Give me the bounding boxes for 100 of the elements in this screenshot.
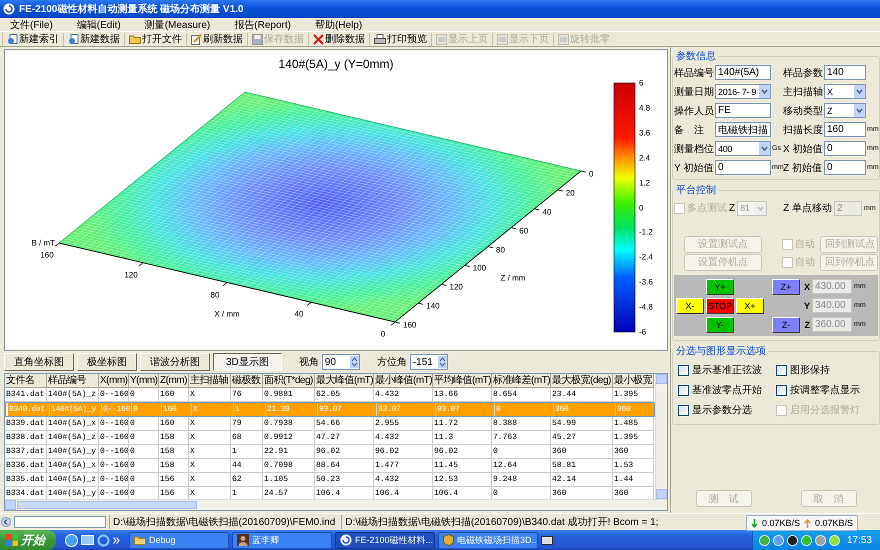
jog-button[interactable]: Z+ <box>772 278 800 294</box>
table-cell: 0.7938 <box>263 417 315 431</box>
table-cell: 0 <box>129 445 159 459</box>
spin-field[interactable]: -151 <box>410 354 448 370</box>
column-header[interactable]: 最大峰值(mT) <box>315 374 374 388</box>
checkbox[interactable] <box>678 364 689 376</box>
table-cell: 360 <box>551 445 613 459</box>
input-field[interactable]: 140 <box>824 65 866 80</box>
desktop-icon[interactable] <box>81 534 94 546</box>
column-header[interactable]: 标准峰差(mT) <box>492 374 551 388</box>
chevron-icon[interactable] <box>113 536 120 544</box>
colorbar-label: -2.4 <box>639 252 653 262</box>
input-field[interactable]: 140#(5A) <box>715 65 771 80</box>
dropdown[interactable]: 400 <box>715 141 771 156</box>
input-field[interactable] <box>14 516 106 528</box>
axis-title: Z / mm <box>500 274 526 282</box>
input-field[interactable]: FE <box>715 103 771 118</box>
column-header[interactable]: 主扫描轴 <box>189 374 231 388</box>
checkbox[interactable] <box>776 364 787 376</box>
toolbar-button[interactable]: 打开文件 <box>124 32 186 46</box>
toolbar-button[interactable]: 新建索引 <box>2 32 63 46</box>
horizontal-scrollbar[interactable] <box>5 499 667 510</box>
window-title: FE-2100磁性材料自动测量系统 磁场分布测量 V1.0 <box>19 2 244 16</box>
input-field[interactable]: 0 <box>824 141 866 156</box>
column-header[interactable]: 平均峰值(mT) <box>433 374 492 388</box>
table-cell: 0 <box>132 403 162 416</box>
axis-tick-label: 40 <box>542 207 552 216</box>
input-field[interactable]: 0 <box>824 160 866 175</box>
table-cell: 0 <box>129 417 159 431</box>
table-cell: 21.39 <box>266 403 318 416</box>
column-header[interactable]: 最小峰值(mT) <box>374 374 433 388</box>
taskbar-button[interactable]: FE-2100磁性材料... <box>335 532 435 548</box>
checkbox-label: 基准波零点开始 <box>692 384 762 397</box>
jog-button[interactable]: Z- <box>772 316 800 332</box>
column-header[interactable]: X(mm) <box>99 374 129 388</box>
taskbar-button[interactable]: 蓝李卿 <box>232 532 332 548</box>
menu-item[interactable]: 编辑(Edit) <box>74 18 123 32</box>
taskbar-button[interactable]: 电磁铁磁场扫描3D... <box>438 532 538 548</box>
column-header[interactable]: 最小极宽 <box>613 374 654 388</box>
table-cell: 93.07 <box>377 403 436 416</box>
vertical-scrollbar[interactable] <box>655 374 667 499</box>
colorbar-label: 6 <box>639 78 644 88</box>
field-label: Z 单点移动 <box>783 202 832 215</box>
table-cell: 1.53 <box>613 459 654 473</box>
checkbox[interactable] <box>776 384 787 396</box>
clock: 17:53 <box>846 534 872 546</box>
view-tab[interactable]: 3D显示图 <box>213 353 282 371</box>
table-cell: 96.02 <box>374 445 433 459</box>
input-field[interactable]: 0 <box>715 160 771 175</box>
view-tab[interactable]: 直角坐标图 <box>4 353 74 371</box>
view-tab[interactable]: 极坐标图 <box>77 353 137 371</box>
jog-button[interactable]: X- <box>676 298 704 314</box>
table-cell: 93.07 <box>436 403 495 416</box>
axis-tick-label: 0 <box>589 170 594 178</box>
field-label: 主扫描轴 <box>783 86 823 98</box>
colorbar-label: 1.2 <box>639 178 650 188</box>
table-cell: B340.dat <box>8 403 50 416</box>
spin-field[interactable]: 90 <box>322 354 360 370</box>
scroll-left-icon[interactable] <box>1 516 11 528</box>
view-tab[interactable]: 谐波分析图 <box>140 353 210 371</box>
toolbar-button[interactable]: 新建数据 <box>63 32 124 46</box>
input-field[interactable]: 电磁铁扫描 <box>715 122 771 137</box>
checkbox[interactable] <box>678 404 689 416</box>
checkbox-label: 启用分选报警灯 <box>790 404 860 417</box>
tray-icon[interactable] <box>786 534 798 546</box>
start-button[interactable]: 开始 <box>0 530 56 550</box>
column-header[interactable]: Y(mm) <box>129 374 159 388</box>
jog-button[interactable]: STOP <box>706 298 734 314</box>
axis-tick-label: 120 <box>450 282 463 292</box>
menu-item[interactable]: 帮助(Help) <box>312 18 364 32</box>
menu-item[interactable]: 报告(Report) <box>232 18 293 32</box>
table-cell: 1.485 <box>613 417 654 431</box>
field-label: 移动类型 <box>783 104 823 118</box>
dropdown[interactable]: 2016- 7- 9 <box>715 84 771 99</box>
taskbar-button[interactable]: Debug <box>129 532 229 548</box>
input-field[interactable]: 160 <box>824 122 866 137</box>
jog-button[interactable]: X+ <box>736 298 764 314</box>
column-header[interactable]: 样品编号 <box>47 374 99 388</box>
colorbar-label: 4.8 <box>639 103 650 112</box>
spinner-icon[interactable] <box>350 356 359 368</box>
jog-button[interactable]: Y- <box>706 316 734 332</box>
axis-title: B / mT <box>31 238 55 248</box>
column-header[interactable]: 磁极数 <box>231 374 263 388</box>
menu-item[interactable]: 测量(Measure) <box>142 18 212 32</box>
checkbox[interactable] <box>678 384 689 396</box>
keyboard-icon[interactable] <box>541 536 553 544</box>
column-header[interactable]: 最大极宽(deg) <box>551 374 613 388</box>
column-header[interactable]: Z(mm) <box>159 374 189 388</box>
toolbar-button[interactable]: 刷新数据 <box>186 32 247 46</box>
axis-tick-label: 100 <box>472 264 486 273</box>
menu-item[interactable]: 文件(File) <box>8 18 55 32</box>
toolbar-button[interactable]: 打印预览 <box>369 32 431 46</box>
dropdown[interactable]: X <box>824 84 866 99</box>
spinner-icon[interactable] <box>438 356 447 368</box>
jog-button[interactable]: Y+ <box>706 278 734 294</box>
dropdown[interactable]: Z <box>824 103 866 118</box>
column-header[interactable]: 文件名 <box>5 374 47 388</box>
column-header[interactable]: 面积(T*deg) <box>263 374 315 388</box>
toolbar-button[interactable]: 删除数据 <box>308 32 369 46</box>
field-label: 测量日期 <box>674 86 714 98</box>
